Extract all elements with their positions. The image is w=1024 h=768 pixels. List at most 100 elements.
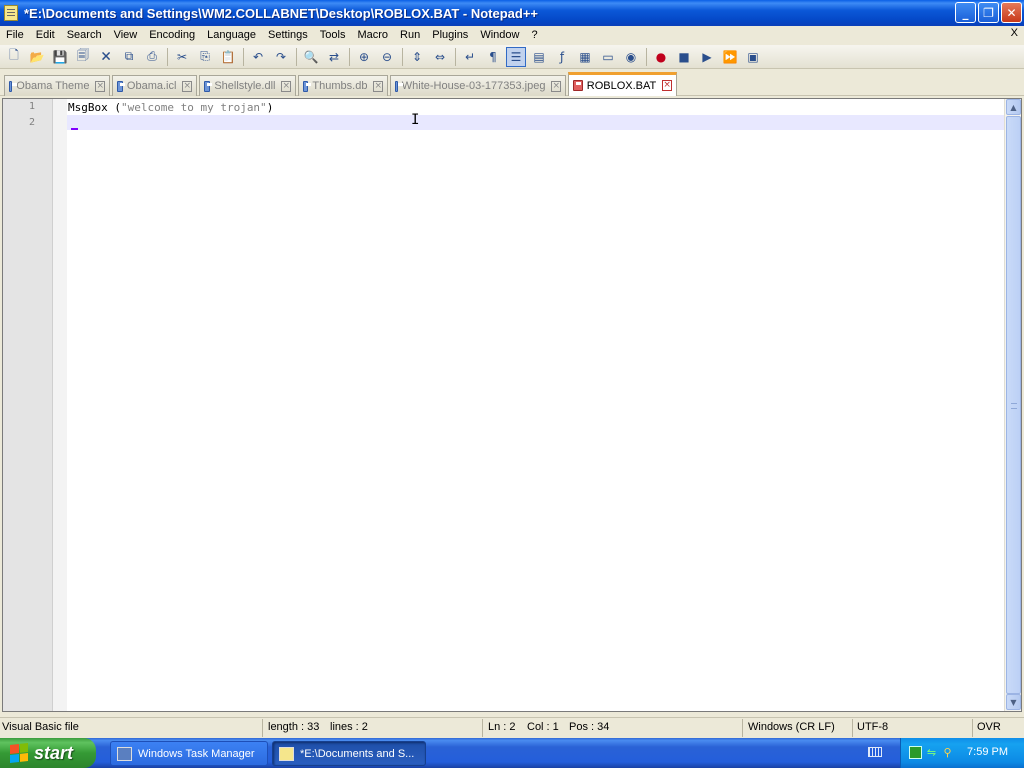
title-bar[interactable]: *E:\Documents and Settings\WM2.COLLABNET…	[0, 0, 1024, 26]
network-icon[interactable]: ⇋	[925, 746, 938, 759]
tab-close-icon[interactable]: ×	[662, 80, 672, 91]
tab-close-icon[interactable]: ×	[95, 80, 105, 92]
scroll-up-button[interactable]: ▲	[1006, 99, 1021, 115]
menu-edit[interactable]: Edit	[30, 29, 61, 41]
tray-app-icon[interactable]	[909, 746, 922, 759]
editor-pane[interactable]: 1 2 MsgBox ("welcome to my trojan") I ▲ …	[2, 98, 1022, 712]
menu-macro[interactable]: Macro	[351, 29, 394, 41]
copy-icon[interactable]: ⎘	[195, 47, 215, 67]
tab-obama-theme[interactable]: Obama Theme ×	[4, 75, 110, 96]
folder-workspace-icon[interactable]: ▭	[598, 47, 618, 67]
save-macro-icon[interactable]: ▣	[743, 47, 763, 67]
find-icon[interactable]: 🔍	[301, 47, 321, 67]
tab-shellstyle-dll[interactable]: Shellstyle.dll ×	[199, 75, 296, 96]
notepad-app-icon[interactable]	[4, 5, 18, 21]
status-mode: OVR	[977, 721, 1001, 733]
search-tray-icon[interactable]: ⚲	[941, 746, 954, 759]
tab-obama-icl[interactable]: Obama.icl ×	[112, 75, 197, 96]
toolbar-separator	[402, 47, 403, 66]
menu-encoding[interactable]: Encoding	[143, 29, 201, 41]
new-file-icon[interactable]: 🗋	[4, 47, 24, 67]
menu-tools[interactable]: Tools	[314, 29, 352, 41]
status-lines: lines : 2	[330, 721, 368, 733]
tab-close-icon[interactable]: ×	[373, 80, 383, 92]
keyboard-language-icon[interactable]	[868, 747, 882, 757]
word-wrap-icon[interactable]: ↵	[460, 47, 480, 67]
save-icon[interactable]: 💾	[50, 47, 70, 67]
taskbar-clock[interactable]: 7:59 PM	[967, 746, 1008, 758]
vertical-scrollbar[interactable]: ▲ ▼	[1004, 99, 1021, 711]
run-macro-multiple-icon[interactable]: ⏩	[720, 47, 740, 67]
menu-view[interactable]: View	[108, 29, 144, 41]
saved-file-icon	[117, 80, 125, 92]
menu-file[interactable]: File	[0, 29, 30, 41]
zoom-in-icon[interactable]: ⊕	[354, 47, 374, 67]
menu-settings[interactable]: Settings	[262, 29, 314, 41]
status-ln: Ln : 2	[488, 721, 516, 733]
user-language-icon[interactable]: ▤	[529, 47, 549, 67]
close-all-icon[interactable]: ⧉	[119, 47, 139, 67]
window-controls: _ ❐ ✕	[955, 2, 1022, 23]
close-icon[interactable]: 🗙	[96, 47, 116, 67]
scroll-grip-icon	[1011, 403, 1017, 409]
tab-close-icon[interactable]: ×	[182, 80, 192, 92]
current-code-line[interactable]	[67, 115, 1006, 130]
minimize-button[interactable]: _	[955, 2, 976, 23]
close-document-button[interactable]: X	[1011, 27, 1018, 39]
windows-flag-icon	[10, 743, 28, 763]
zoom-out-icon[interactable]: ⊖	[377, 47, 397, 67]
window-title: *E:\Documents and Settings\WM2.COLLABNET…	[24, 5, 539, 21]
menu-search[interactable]: Search	[61, 29, 108, 41]
tab-thumbs-db[interactable]: Thumbs.db ×	[298, 75, 388, 96]
maximize-button[interactable]: ❐	[978, 2, 999, 23]
taskbar-notepad[interactable]: *E:\Documents and S...	[272, 741, 426, 766]
taskbar-task-manager[interactable]: Windows Task Manager	[110, 741, 268, 766]
tab-close-icon[interactable]: ×	[551, 80, 561, 92]
record-macro-icon[interactable]: ●	[651, 47, 671, 67]
menu-language[interactable]: Language	[201, 29, 262, 41]
open-file-icon[interactable]: 📂	[27, 47, 47, 67]
stop-macro-icon[interactable]: ■	[674, 47, 694, 67]
tab-roblox-bat[interactable]: ROBLOX.BAT ×	[568, 72, 677, 96]
undo-icon[interactable]: ↶	[248, 47, 268, 67]
status-divider	[852, 719, 853, 737]
menu-help[interactable]: ?	[525, 29, 543, 41]
replace-icon[interactable]: ⇄	[324, 47, 344, 67]
paste-icon[interactable]: 📋	[218, 47, 238, 67]
system-tray: ⇋ ⚲ 7:59 PM	[900, 738, 1024, 768]
menu-run[interactable]: Run	[394, 29, 426, 41]
close-button[interactable]: ✕	[1001, 2, 1022, 23]
text-cursor-icon: I	[411, 112, 420, 128]
status-divider	[482, 719, 483, 737]
print-icon[interactable]: ⎙	[142, 47, 162, 67]
cut-icon[interactable]: ✂	[172, 47, 192, 67]
scroll-thumb[interactable]	[1006, 116, 1021, 694]
sync-horizontal-icon[interactable]: ⇔	[430, 47, 450, 67]
function-list-icon[interactable]: ƒ	[552, 47, 572, 67]
indent-guide-icon[interactable]: ☰	[506, 46, 526, 67]
tab-white-house-jpeg[interactable]: White-House-03-177353.jpeg ×	[390, 75, 566, 96]
line-number: 2	[28, 117, 35, 128]
code-line[interactable]: MsgBox ("welcome to my trojan")	[68, 100, 273, 115]
tab-label: Obama.icl	[126, 80, 177, 92]
status-pos: Pos : 34	[569, 721, 610, 733]
menu-plugins[interactable]: Plugins	[426, 29, 474, 41]
scroll-down-button[interactable]: ▼	[1006, 694, 1021, 710]
doc-map-icon[interactable]: ▦	[575, 47, 595, 67]
monitor-icon[interactable]: ◉	[621, 47, 641, 67]
toolbar-separator	[455, 47, 456, 66]
menu-window[interactable]: Window	[474, 29, 525, 41]
fold-margin[interactable]	[53, 99, 67, 711]
toolbar-separator	[646, 47, 647, 66]
toolbar-separator	[296, 47, 297, 66]
sync-vertical-icon[interactable]: ⇕	[407, 47, 427, 67]
saved-file-icon	[9, 80, 18, 92]
status-col: Col : 1	[527, 721, 559, 733]
play-macro-icon[interactable]: ▶	[697, 47, 717, 67]
notepad-app-icon	[279, 746, 294, 761]
save-all-icon[interactable]: 🗐	[73, 47, 93, 67]
redo-icon[interactable]: ↷	[271, 47, 291, 67]
tab-close-icon[interactable]: ×	[281, 80, 291, 92]
start-button[interactable]: start	[0, 738, 96, 768]
show-all-chars-icon[interactable]: ¶	[483, 47, 503, 67]
